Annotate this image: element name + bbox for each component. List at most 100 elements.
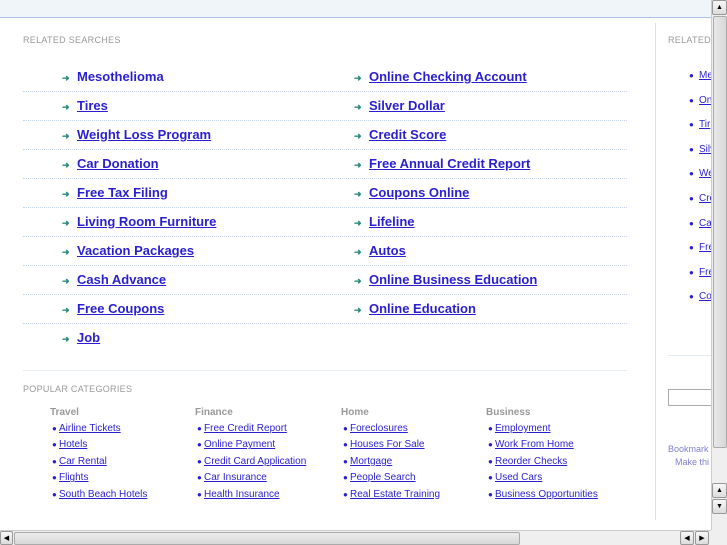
category-link[interactable]: Foreclosures [350, 423, 408, 434]
category-link[interactable]: Mortgage [350, 456, 392, 467]
category-link[interactable]: Flights [59, 472, 88, 483]
make-homepage-link[interactable]: Make thi [675, 457, 709, 467]
related-search-link[interactable]: Online Checking Account [369, 69, 527, 84]
related-search-link[interactable]: Autos [369, 243, 406, 258]
arrow-icon: ➜ [62, 189, 70, 199]
category-item: ● Used Cars [486, 472, 598, 488]
category-link[interactable]: Car Insurance [204, 472, 267, 483]
category-item: ● Car Insurance [195, 472, 306, 488]
related-item: ➜ Online Business Education [354, 272, 537, 287]
sidebar-link[interactable]: Tir [699, 119, 710, 130]
divider [668, 355, 711, 356]
category-link[interactable]: Health Insurance [204, 489, 280, 500]
related-search-link[interactable]: Mesothelioma [77, 69, 164, 84]
scroll-down-icon[interactable]: ▼ [712, 499, 727, 514]
category-item: ● Reorder Checks [486, 456, 598, 472]
category-link[interactable]: Work From Home [495, 439, 574, 450]
scroll-corner [711, 530, 727, 545]
category-item: ● Airline Tickets [50, 423, 147, 439]
related-item: ➜ Job [62, 330, 100, 345]
category-item: ● Foreclosures [341, 423, 440, 439]
category-link[interactable]: Real Estate Training [350, 489, 440, 500]
related-item: ➜ Cash Advance [62, 272, 166, 287]
category-link[interactable]: People Search [350, 472, 416, 483]
sidebar-link[interactable]: Fre [699, 267, 711, 278]
search-input[interactable] [668, 389, 711, 406]
bullet-icon: ● [343, 424, 348, 433]
sidebar-links: ● Me ● On ● Tir ● Silv ● We ● Cre ● Ca ● Fre ● Fre ● Co [689, 70, 711, 316]
horizontal-scroll-thumb[interactable] [14, 532, 520, 545]
related-search-link[interactable]: Free Annual Credit Report [369, 156, 530, 171]
horizontal-scrollbar[interactable]: ◀ ◀ ▶ [0, 530, 711, 545]
related-search-link[interactable]: Online Business Education [369, 272, 537, 287]
related-search-link[interactable]: Job [77, 330, 100, 345]
category-link[interactable]: Houses For Sale [350, 439, 424, 450]
category-link[interactable]: Credit Card Application [204, 456, 306, 467]
bookmark-link[interactable]: Bookmark [668, 444, 709, 454]
bullet-icon: ● [343, 473, 348, 483]
sidebar-link[interactable]: Me [699, 70, 711, 81]
related-search-link[interactable]: Credit Score [369, 127, 446, 142]
vertical-scroll-thumb[interactable] [713, 16, 727, 448]
arrow-icon: ➜ [354, 247, 362, 257]
sidebar-link[interactable]: Cre [699, 193, 711, 204]
bullet-icon: ● [197, 456, 202, 466]
bullet-icon: ● [197, 489, 202, 499]
arrow-icon: ➜ [354, 189, 362, 199]
related-search-link[interactable]: Car Donation [77, 156, 159, 171]
sidebar-link[interactable]: Co [699, 291, 711, 302]
category-link[interactable]: Employment [495, 423, 551, 434]
related-search-link[interactable]: Silver Dollar [369, 98, 445, 113]
related-search-link[interactable]: Lifeline [369, 214, 415, 229]
related-search-link[interactable]: Tires [77, 98, 108, 113]
category-item: ● Real Estate Training [341, 489, 440, 505]
related-search-link[interactable]: Cash Advance [77, 272, 166, 287]
scroll-left-icon[interactable]: ◀ [0, 531, 13, 545]
category-link[interactable]: Used Cars [495, 472, 542, 483]
related-searches-list: ➜ Mesothelioma ➜ Online Checking Account ➜ Ti… [23, 63, 627, 353]
category-item: ● Flights [50, 472, 147, 488]
category-link[interactable]: Free Credit Report [204, 423, 287, 434]
sidebar-link[interactable]: We [699, 168, 711, 179]
category-link[interactable]: South Beach Hotels [59, 489, 147, 500]
arrow-icon: ➜ [62, 218, 70, 228]
sidebar-link[interactable]: Ca [699, 218, 711, 229]
related-search-link[interactable]: Free Coupons [77, 301, 164, 316]
arrow-icon: ➜ [354, 102, 362, 112]
related-search-link[interactable]: Vacation Packages [77, 243, 194, 258]
related-search-link[interactable]: Online Education [369, 301, 476, 316]
bullet-icon: ● [488, 440, 493, 450]
sidebar-link[interactable]: Fre [699, 242, 711, 253]
category-link[interactable]: Hotels [59, 439, 87, 450]
sidebar-link[interactable]: On [699, 95, 711, 106]
arrow-icon: ➜ [354, 160, 362, 170]
related-row: ➜ Cash Advance ➜ Online Business Education [23, 266, 627, 295]
category-link[interactable]: Car Rental [59, 456, 107, 467]
related-item: ➜ Free Annual Credit Report [354, 156, 530, 171]
category-link[interactable]: Business Opportunities [495, 489, 598, 500]
category-column: Home ● Foreclosures ● Houses For Sale ● Mortga… [341, 407, 440, 505]
related-search-link[interactable]: Living Room Furniture [77, 214, 216, 229]
bullet-icon: ● [52, 456, 57, 466]
sidebar-link[interactable]: Silv [699, 144, 711, 155]
category-item: ● People Search [341, 472, 440, 488]
category-link[interactable]: Reorder Checks [495, 456, 567, 467]
related-item: ➜ Lifeline [354, 214, 415, 229]
scroll-up-icon[interactable]: ▲ [712, 0, 727, 15]
bullet-icon: ● [52, 440, 57, 450]
bullet-icon: ● [689, 144, 694, 154]
related-item: ➜ Online Checking Account [354, 69, 527, 84]
scroll-right-icon[interactable]: ▶ [695, 531, 709, 545]
arrow-icon: ➜ [62, 73, 70, 83]
related-row: ➜ Job [23, 324, 627, 353]
sidebar-item: ● Silv [689, 144, 711, 169]
category-link[interactable]: Online Payment [204, 439, 275, 450]
scroll-left-icon[interactable]: ◀ [680, 531, 694, 545]
vertical-scrollbar[interactable]: ▲ ▲ ▼ [711, 0, 727, 530]
category-item: ● Employment [486, 423, 598, 439]
related-search-link[interactable]: Weight Loss Program [77, 127, 211, 142]
category-link[interactable]: Airline Tickets [59, 423, 121, 434]
scroll-up-icon[interactable]: ▲ [712, 483, 727, 498]
related-search-link[interactable]: Free Tax Filing [77, 185, 168, 200]
related-search-link[interactable]: Coupons Online [369, 185, 469, 200]
